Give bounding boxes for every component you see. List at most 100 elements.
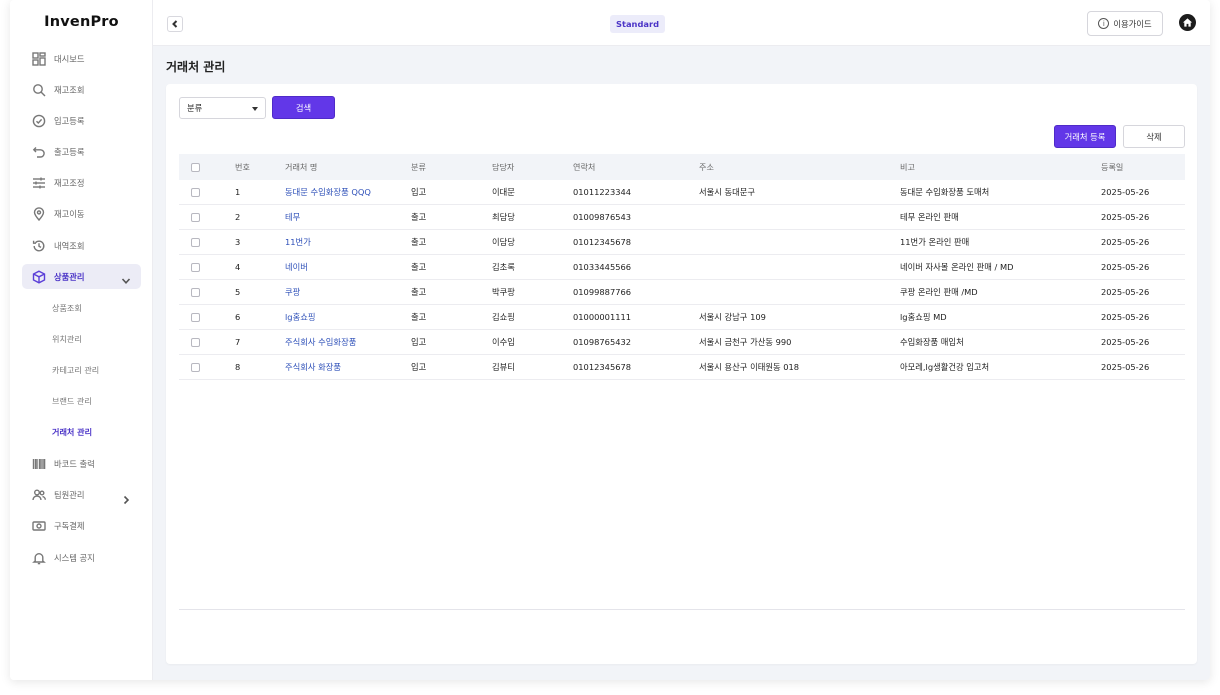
check-circle-icon: [32, 114, 46, 128]
table-row[interactable]: 6 lg홈쇼핑 출고 김쇼핑 01000001111 서울시 강남구 109 lg홈쇼핑 M…: [179, 305, 1185, 330]
sidebar-item-products[interactable]: 상품관리: [22, 264, 141, 290]
row-checkbox[interactable]: [191, 312, 200, 322]
row-checkbox[interactable]: [191, 287, 200, 297]
sidebar-subitem-category[interactable]: 카테고리 관리: [22, 358, 141, 383]
cell-partner-name[interactable]: 테무: [285, 211, 411, 223]
sidebar-item-label: 바코드 출력: [54, 458, 95, 469]
header-partner-name[interactable]: 거래처 명: [285, 162, 411, 173]
cell-partner-name[interactable]: lg홈쇼핑: [285, 311, 411, 323]
table-row[interactable]: 3 11번가 출고 이담당 01012345678 11번가 온라인 판매 2025-05-…: [179, 230, 1185, 255]
sidebar-item-notice[interactable]: 시스템 공지: [22, 545, 141, 570]
row-checkbox[interactable]: [191, 187, 200, 197]
table-header: 번호 거래처 명 분류 담당자 연락처 주소 비고 등록일: [179, 154, 1185, 180]
table-row[interactable]: 8 주식회사 화장품 입고 김뷰티 01012345678 서울시 용산구 이태원동 01…: [179, 355, 1185, 380]
header-address[interactable]: 주소: [699, 162, 900, 173]
cell-address: 서울시 금천구 가산동 990: [699, 337, 792, 347]
grid-icon: [32, 51, 46, 66]
cell-manager: 김초록: [492, 262, 515, 272]
cell-type: 출고: [411, 237, 427, 247]
table-row[interactable]: 1 동대문 수입화장품 QQQ 입고 이대문 01011223344 서울시 동대문구 동대…: [179, 180, 1185, 205]
user-guide-button[interactable]: i 이용가이드: [1087, 11, 1163, 36]
delete-button[interactable]: 삭제: [1123, 125, 1185, 148]
cell-note: 테무 온라인 판매: [900, 212, 959, 222]
row-checkbox[interactable]: [191, 362, 200, 372]
chevron-down-icon[interactable]: [121, 271, 131, 285]
row-checkbox[interactable]: [191, 212, 200, 222]
users-icon: [32, 488, 46, 502]
sidebar-item-label: 재고조회: [54, 84, 85, 95]
sidebar-subitem-brand[interactable]: 브랜드 관리: [22, 389, 141, 414]
header-number[interactable]: 번호: [235, 162, 285, 173]
row-checkbox[interactable]: [191, 262, 200, 272]
cell-address: 서울시 강남구 109: [699, 312, 766, 322]
register-partner-button[interactable]: 거래처 등록: [1054, 125, 1116, 148]
cell-note: 수입화장품 매입처: [900, 337, 964, 347]
app-window: InvenPro 대시보드 재고조회 입고등록 출고등록 재고조정 재고이동 내…: [10, 0, 1210, 680]
cell-partner-name[interactable]: 주식회사 수입화장품: [285, 336, 411, 348]
app-logo[interactable]: InvenPro: [10, 14, 153, 30]
box-icon: [32, 270, 46, 284]
cell-contact: 01011223344: [573, 187, 632, 197]
barcode-icon: [32, 457, 46, 471]
cell-partner-name[interactable]: 11번가: [285, 236, 411, 248]
sidebar-subitem-location[interactable]: 위치관리: [22, 327, 141, 352]
plan-badge: Standard: [610, 15, 666, 33]
row-checkbox[interactable]: [191, 337, 200, 347]
sidebar-item-adjust[interactable]: 재고조정: [22, 171, 141, 196]
cell-manager: 박쿠팡: [492, 287, 515, 297]
page-title: 거래처 관리: [166, 60, 226, 74]
undo-icon: [32, 145, 46, 159]
category-select[interactable]: 분류: [179, 97, 266, 119]
row-checkbox[interactable]: [191, 237, 200, 247]
sidebar-item-team[interactable]: 팀원관리: [22, 483, 141, 508]
sidebar-item-transfer[interactable]: 재고이동: [22, 202, 141, 227]
cell-number: 1: [235, 187, 241, 197]
cell-address: 서울시 동대문구: [699, 187, 756, 197]
sidebar-subitem-partners[interactable]: 거래처 관리: [22, 420, 141, 445]
cell-type: 출고: [411, 262, 427, 272]
header-manager[interactable]: 담당자: [492, 162, 573, 173]
sidebar-item-subscription[interactable]: 구독결제: [22, 514, 141, 539]
cell-number: 8: [235, 362, 241, 372]
cell-manager: 이수입: [492, 337, 515, 347]
sidebar-item-inbound[interactable]: 입고등록: [22, 108, 141, 133]
cell-partner-name[interactable]: 동대문 수입화장품 QQQ: [285, 186, 411, 198]
cell-partner-name[interactable]: 쿠팡: [285, 286, 411, 298]
search-icon: [32, 83, 46, 97]
header-registered-date[interactable]: 등록일: [1101, 162, 1185, 173]
sidebar-item-dashboard[interactable]: 대시보드: [22, 46, 141, 71]
cell-manager: 이대문: [492, 187, 515, 197]
table-row[interactable]: 5 쿠팡 출고 박쿠팡 01099887766 쿠팡 온라인 판매 /MD 2025-05-…: [179, 280, 1185, 305]
cell-partner-name[interactable]: 주식회사 화장품: [285, 361, 411, 373]
table-body: 1 동대문 수입화장품 QQQ 입고 이대문 01011223344 서울시 동대문구 동대…: [179, 180, 1185, 380]
chevron-right-icon[interactable]: [121, 490, 131, 504]
cell-contact: 01009876543: [573, 212, 632, 222]
cell-type: 출고: [411, 312, 427, 322]
cell-type: 입고: [411, 362, 427, 372]
back-button[interactable]: [167, 16, 183, 32]
table-row[interactable]: 4 네이버 출고 김초록 01033445566 네이버 자사몰 온라인 판매 / MD 2…: [179, 255, 1185, 280]
header-type[interactable]: 분류: [411, 162, 492, 173]
home-button[interactable]: [1179, 14, 1196, 31]
search-button[interactable]: 검색: [272, 96, 335, 119]
category-select-value: 분류: [187, 103, 203, 113]
cell-registered-date: 2025-05-26: [1101, 287, 1150, 297]
cell-note: 쿠팡 온라인 판매 /MD: [900, 287, 978, 297]
cell-partner-name[interactable]: 네이버: [285, 261, 411, 273]
select-all-checkbox[interactable]: [191, 162, 200, 172]
sidebar-item-stock-lookup[interactable]: 재고조회: [22, 77, 141, 102]
chevron-left-icon: [172, 20, 178, 28]
sidebar-item-history[interactable]: 내역조회: [22, 233, 141, 258]
sidebar-item-label: 상품관리: [54, 271, 85, 282]
table-row[interactable]: 7 주식회사 수입화장품 입고 이수입 01098765432 서울시 금천구 가산동 9…: [179, 330, 1185, 355]
cell-contact: 01033445566: [573, 262, 632, 272]
sidebar-subitem-product-lookup[interactable]: 상품조회: [22, 296, 141, 321]
table-row[interactable]: 2 테무 출고 최담당 01009876543 테무 온라인 판매 2025-05-26: [179, 205, 1185, 230]
header-contact[interactable]: 연락처: [573, 162, 699, 173]
sidebar-item-label: 입고등록: [54, 115, 85, 126]
sidebar-item-label: 팀원관리: [54, 490, 85, 501]
sidebar-item-barcode[interactable]: 바코드 출력: [22, 451, 141, 476]
header-note[interactable]: 비고: [900, 162, 1101, 173]
cell-registered-date: 2025-05-26: [1101, 362, 1150, 372]
sidebar-item-outbound[interactable]: 출고등록: [22, 140, 141, 165]
